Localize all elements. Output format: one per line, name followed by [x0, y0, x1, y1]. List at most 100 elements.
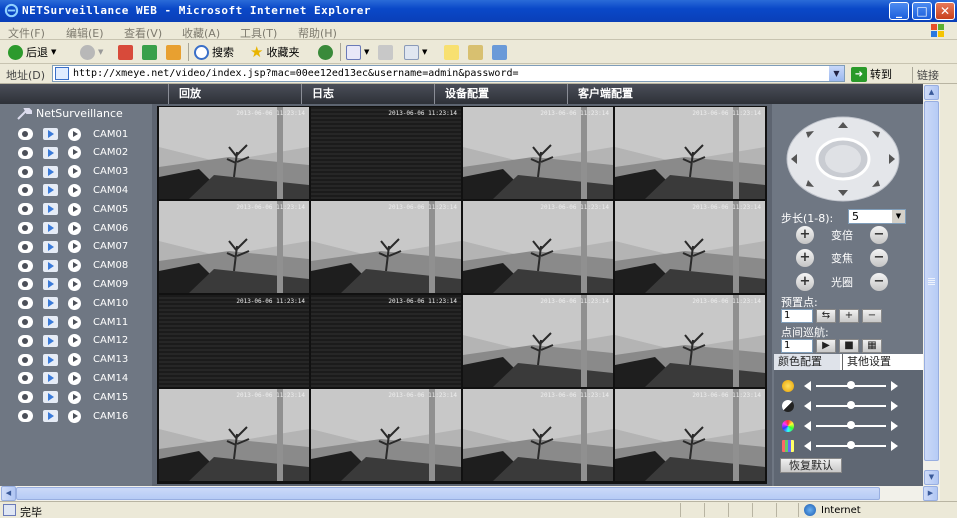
- horizontal-scrollbar[interactable]: ◀ ▶: [0, 486, 940, 501]
- scroll-left-icon[interactable]: ◀: [1, 486, 16, 501]
- camera-row[interactable]: CAM06: [18, 220, 128, 236]
- preset-input[interactable]: 1: [781, 309, 813, 323]
- iris-close-button[interactable]: −: [870, 273, 888, 291]
- play-icon[interactable]: [43, 222, 58, 234]
- video-tile[interactable]: 2013-06-06 11:23:14: [463, 201, 613, 293]
- video-tile[interactable]: 2013-06-06 11:23:14: [615, 389, 765, 481]
- preset-remove-button[interactable]: −: [862, 309, 882, 323]
- zoom-out-button[interactable]: −: [870, 226, 888, 244]
- play-icon[interactable]: [43, 353, 58, 366]
- saturation-slider[interactable]: [816, 421, 886, 429]
- iris-open-button[interactable]: +: [796, 273, 814, 291]
- record-icon[interactable]: [18, 372, 33, 385]
- playback-icon[interactable]: [68, 353, 81, 367]
- back-button[interactable]: 后退 ▼: [8, 44, 56, 60]
- camera-label[interactable]: CAM12: [93, 335, 128, 346]
- focus-out-button[interactable]: −: [870, 249, 888, 267]
- record-icon[interactable]: [18, 410, 33, 422]
- playback-icon[interactable]: [68, 277, 81, 291]
- discuss-button[interactable]: [444, 44, 459, 60]
- zoom-in-button[interactable]: +: [796, 226, 814, 244]
- print-button[interactable]: [378, 44, 393, 60]
- maximize-button[interactable]: □: [912, 2, 932, 20]
- brightness-increase-button[interactable]: [891, 381, 898, 391]
- cruise-grid-button[interactable]: ▦: [862, 339, 882, 353]
- play-icon[interactable]: [43, 316, 58, 328]
- play-icon[interactable]: [43, 278, 58, 291]
- hue-decrease-button[interactable]: [804, 441, 811, 451]
- refresh-button[interactable]: [142, 44, 157, 60]
- slider-knob[interactable]: [847, 421, 855, 429]
- search-button[interactable]: 搜索: [194, 44, 234, 60]
- slider-knob[interactable]: [847, 401, 855, 409]
- video-tile[interactable]: 2013-06-06 11:23:14: [463, 389, 613, 481]
- camera-row[interactable]: CAM07: [18, 239, 128, 255]
- hue-slider[interactable]: [816, 441, 886, 449]
- playback-icon[interactable]: [68, 183, 81, 197]
- nav-device-config[interactable]: 设备配置: [434, 84, 566, 104]
- saturation-increase-button[interactable]: [891, 421, 898, 431]
- camera-label[interactable]: CAM09: [93, 279, 128, 290]
- ptz-direction-pad[interactable]: [786, 116, 900, 202]
- scroll-down-icon[interactable]: ▼: [924, 470, 939, 485]
- mail-button[interactable]: ▼: [346, 44, 369, 60]
- play-icon[interactable]: [43, 259, 58, 272]
- record-icon[interactable]: [18, 222, 33, 234]
- camera-label[interactable]: CAM16: [93, 411, 128, 422]
- tab-color-config[interactable]: 颜色配置: [774, 354, 840, 370]
- brightness-slider[interactable]: [816, 381, 886, 389]
- record-icon[interactable]: [18, 353, 33, 366]
- record-icon[interactable]: [18, 259, 33, 272]
- video-tile[interactable]: 2013-06-06 11:23:14: [311, 389, 461, 481]
- address-input[interactable]: http://xmeye.net/video/index.jsp?mac=00e…: [52, 65, 845, 82]
- play-icon[interactable]: [43, 372, 58, 385]
- record-icon[interactable]: [18, 165, 33, 178]
- scroll-up-icon[interactable]: ▲: [924, 85, 939, 100]
- record-icon[interactable]: [18, 391, 33, 404]
- record-icon[interactable]: [18, 316, 33, 328]
- play-icon[interactable]: [43, 240, 58, 253]
- focus-in-button[interactable]: +: [796, 249, 814, 267]
- camera-row[interactable]: CAM15: [18, 389, 128, 405]
- playback-icon[interactable]: [68, 334, 81, 348]
- links-button[interactable]: 链接: [912, 67, 939, 83]
- play-icon[interactable]: [43, 334, 58, 347]
- camera-row[interactable]: CAM03: [18, 164, 128, 180]
- video-tile[interactable]: 2013-06-06 11:23:14: [615, 201, 765, 293]
- video-tile[interactable]: 2013-06-06 11:23:14: [311, 107, 461, 199]
- hue-increase-button[interactable]: [891, 441, 898, 451]
- playback-icon[interactable]: [68, 259, 81, 273]
- camera-label[interactable]: CAM03: [93, 166, 128, 177]
- camera-row[interactable]: CAM09: [18, 276, 128, 292]
- menu-tools[interactable]: 工具(T): [240, 25, 277, 41]
- record-icon[interactable]: [18, 128, 33, 140]
- video-tile[interactable]: 2013-06-06 11:23:14: [159, 295, 309, 387]
- playback-icon[interactable]: [68, 296, 81, 310]
- playback-icon[interactable]: [68, 202, 81, 216]
- cruise-play-button[interactable]: ▶: [816, 339, 836, 353]
- menu-view[interactable]: 查看(V): [124, 25, 162, 41]
- preset-goto-button[interactable]: ⇆: [816, 309, 836, 323]
- camera-label[interactable]: CAM04: [93, 185, 128, 196]
- camera-label[interactable]: CAM01: [93, 129, 128, 140]
- menu-favorites[interactable]: 收藏(A): [182, 25, 220, 41]
- play-icon[interactable]: [43, 165, 58, 178]
- nav-log[interactable]: 日志: [301, 84, 433, 104]
- step-select[interactable]: 5 ▼: [848, 209, 906, 224]
- playback-icon[interactable]: [68, 165, 81, 179]
- play-icon[interactable]: [43, 203, 58, 216]
- playback-icon[interactable]: [68, 221, 81, 235]
- camera-label[interactable]: CAM05: [93, 204, 128, 215]
- playback-icon[interactable]: [68, 315, 81, 329]
- cruise-stop-button[interactable]: ■: [839, 339, 859, 353]
- camera-label[interactable]: CAM08: [93, 260, 128, 271]
- home-button[interactable]: [166, 44, 181, 60]
- camera-row[interactable]: CAM13: [18, 352, 128, 368]
- play-icon[interactable]: [43, 128, 58, 140]
- record-icon[interactable]: [18, 334, 33, 347]
- video-tile[interactable]: 2013-06-06 11:23:14: [463, 107, 613, 199]
- menu-help[interactable]: 帮助(H): [298, 25, 337, 41]
- go-button[interactable]: ➜ 转到: [851, 66, 892, 82]
- play-icon[interactable]: [43, 297, 58, 310]
- camera-row[interactable]: CAM04: [18, 182, 128, 198]
